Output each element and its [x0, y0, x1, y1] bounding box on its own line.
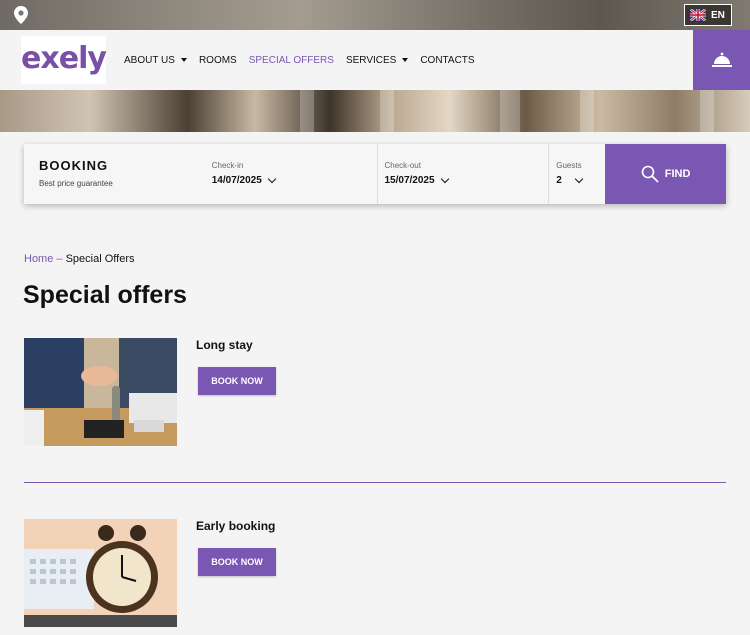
page-title: Special offers — [23, 281, 187, 309]
guests-label: Guests — [556, 161, 582, 170]
book-now-button-early-booking[interactable]: BOOK NOW — [198, 548, 276, 576]
booking-bar: BOOKING Best price guarantee Check-in 14… — [24, 144, 726, 204]
top-bar: EN — [0, 0, 750, 30]
find-button[interactable]: FIND — [605, 144, 726, 204]
checkin-field[interactable]: Check-in 14/07/2025 — [205, 144, 377, 204]
main-nav: ABOUT US ROOMS SPECIAL OFFERS SERVICES C… — [124, 30, 487, 90]
nav-label: SPECIAL OFFERS — [248, 54, 334, 66]
language-label: EN — [711, 9, 725, 21]
breadcrumb: Home – Special Offers — [24, 253, 134, 265]
caret-down-icon — [402, 58, 409, 62]
site-header: exely ABOUT US ROOMS SPECIAL OFFERS SERV… — [0, 30, 750, 90]
divider — [24, 482, 726, 483]
breadcrumb-separator: – — [56, 253, 63, 265]
find-label: FIND — [664, 168, 691, 180]
location-pin-icon[interactable] — [14, 6, 28, 24]
uk-flag-icon — [690, 9, 706, 21]
checkout-value: 15/07/2025 — [384, 175, 435, 186]
guests-value: 2 — [556, 175, 562, 186]
language-switcher[interactable]: EN — [684, 4, 732, 26]
nav-label: CONTACTS — [420, 54, 475, 66]
logo[interactable]: exely — [21, 36, 107, 84]
nav-item-services[interactable]: SERVICES — [345, 54, 409, 66]
breadcrumb-current: Special Offers — [65, 253, 135, 265]
nav-item-special-offers[interactable]: SPECIAL OFFERS — [249, 55, 334, 66]
reception-bell-icon — [711, 52, 732, 67]
chevron-down-icon — [267, 174, 277, 184]
hero-image — [0, 90, 750, 132]
book-now-button-long-stay[interactable]: BOOK NOW — [198, 367, 276, 395]
nav-label: SERVICES — [345, 54, 397, 66]
offer-image-long-stay[interactable] — [24, 338, 177, 446]
guests-field[interactable]: Guests 2 — [548, 144, 605, 204]
search-icon — [641, 165, 659, 183]
reception-bell-button[interactable] — [693, 30, 750, 90]
nav-label: ROOMS — [198, 54, 237, 66]
caret-down-icon — [180, 58, 187, 62]
offer-title-long-stay[interactable]: Long stay — [196, 338, 253, 352]
booking-subtitle: Best price guarantee — [39, 179, 113, 188]
nav-label: ABOUT US — [124, 54, 175, 66]
checkout-label: Check-out — [384, 161, 421, 170]
checkin-label: Check-in — [211, 161, 244, 170]
breadcrumb-home[interactable]: Home — [24, 253, 53, 265]
nav-item-rooms[interactable]: ROOMS — [199, 55, 237, 66]
booking-heading: BOOKING Best price guarantee — [24, 144, 205, 204]
offer-title-early-booking[interactable]: Early booking — [196, 519, 275, 533]
offer-image-early-booking[interactable] — [24, 519, 177, 627]
nav-item-contacts[interactable]: CONTACTS — [420, 55, 474, 66]
logo-text: exely — [21, 40, 107, 76]
booking-title: BOOKING — [39, 158, 109, 173]
chevron-down-icon — [574, 174, 584, 184]
chevron-down-icon — [440, 174, 449, 184]
checkin-value: 14/07/2025 — [211, 175, 262, 186]
checkout-field[interactable]: Check-out 15/07/2025 — [376, 144, 549, 204]
nav-item-about-us[interactable]: ABOUT US — [124, 55, 187, 66]
